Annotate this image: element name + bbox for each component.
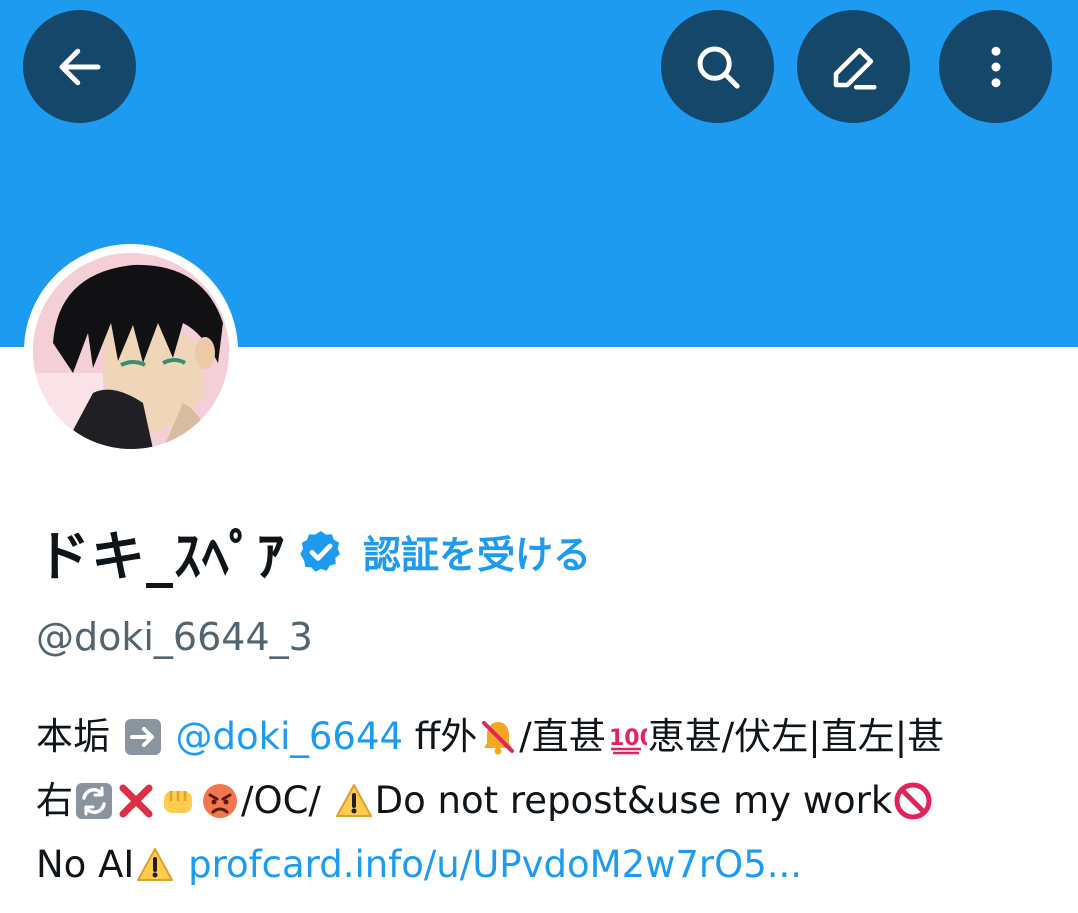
bio-text: 右 [36, 779, 73, 822]
verified-badge-icon[interactable] [297, 528, 345, 576]
back-button[interactable] [23, 10, 136, 123]
bio-text: Do not repost&use my work [374, 779, 893, 822]
bio-line-2: 右 /OC/ Do not repost&use my work [36, 769, 1046, 833]
bio-text: 本垢 [36, 715, 110, 758]
bio-text: 恵甚/伏左|直左|甚 [647, 715, 945, 758]
no-bell-emoji-icon [482, 721, 515, 755]
right-arrow-emoji-icon [124, 719, 161, 755]
repeat-emoji-icon [76, 783, 112, 819]
edit-profile-button[interactable] [797, 10, 910, 123]
bio-text: /OC/ [241, 779, 333, 822]
profile-bio: 本垢 @doki_6644 ff外 /直甚 100 恵甚/伏左|直左|甚 右 [36, 705, 1046, 897]
arrow-left-icon [59, 48, 100, 85]
more-options-button[interactable] [939, 10, 1052, 123]
bio-text: /直甚 [519, 715, 606, 758]
avatar[interactable] [33, 253, 229, 449]
cross-mark-emoji-icon [119, 784, 153, 818]
get-verified-link[interactable]: 認証を受ける [363, 524, 591, 579]
display-name: ドキ_ｽﾍﾟｱ [36, 525, 285, 588]
bio-website-link[interactable]: profcard.info/u/UPvdoM2w7rO5... [188, 843, 802, 886]
svg-text:100: 100 [609, 726, 647, 751]
bio-text: No AI [36, 843, 135, 886]
warning-emoji-icon [137, 848, 174, 881]
warning-emoji-icon [335, 784, 372, 817]
hundred-points-emoji-icon: 100 [609, 726, 647, 755]
fist-emoji-icon [164, 791, 192, 813]
angry-face-emoji-icon [203, 784, 237, 818]
bio-mention-link[interactable]: @doki_6644 [176, 715, 404, 758]
profile-handle: @doki_6644_3 [36, 615, 313, 659]
prohibited-emoji-icon [894, 782, 932, 820]
more-vertical-icon [991, 46, 1000, 87]
display-name-row: ドキ_ｽﾍﾟｱ 認証を受ける [36, 512, 591, 591]
search-button[interactable] [661, 10, 774, 123]
avatar-image [33, 253, 229, 449]
pencil-icon [833, 47, 876, 89]
bio-line-1: 本垢 @doki_6644 ff外 /直甚 100 恵甚/伏左|直左|甚 [36, 705, 1046, 769]
avatar-container[interactable] [24, 244, 238, 458]
bio-text: ff外 [403, 715, 478, 758]
bio-line-3: No AI profcard.info/u/UPvdoM2w7rO5... [36, 833, 1046, 897]
search-icon [697, 46, 740, 89]
